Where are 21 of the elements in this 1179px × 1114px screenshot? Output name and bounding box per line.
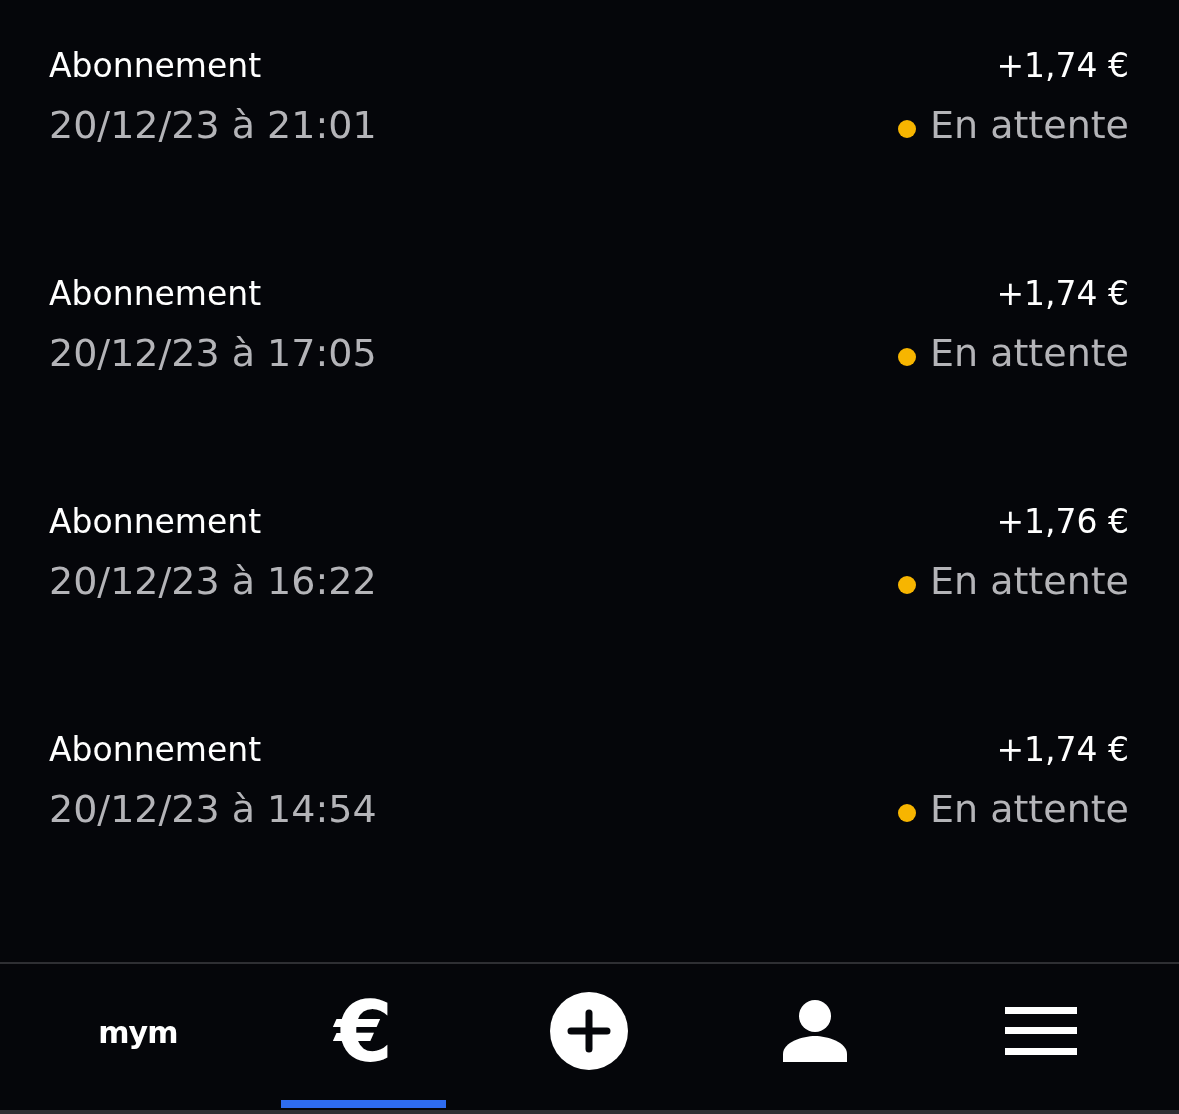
menu-icon [1005, 1007, 1078, 1055]
transaction-date: 20/12/23 à 17:05 [49, 330, 377, 377]
transaction-title: Abonnement [49, 45, 263, 87]
status-label: En attente [930, 558, 1129, 605]
transaction-amount: +1,74 € [996, 45, 1129, 87]
transaction-title: Abonnement [49, 501, 263, 543]
earnings-tab[interactable]: € [250, 964, 477, 1110]
transaction-title: Abonnement [49, 273, 263, 315]
transaction-title: Abonnement [49, 729, 263, 771]
transaction-amount: +1,74 € [996, 729, 1129, 771]
transaction-date: 20/12/23 à 21:01 [49, 102, 377, 149]
person-icon [783, 1000, 848, 1062]
transaction-amount: +1,76 € [996, 501, 1129, 543]
status-label: En attente [930, 102, 1129, 149]
transaction-date: 20/12/23 à 14:54 [49, 786, 377, 833]
logo-tab[interactable]: mym [25, 964, 251, 1110]
transaction-date: 20/12/23 à 16:22 [49, 558, 377, 605]
transaction-amount: +1,74 € [996, 273, 1129, 315]
plus-circle-icon [550, 992, 629, 1070]
status-label: En attente [930, 330, 1129, 377]
status-label: En attente [930, 786, 1129, 833]
